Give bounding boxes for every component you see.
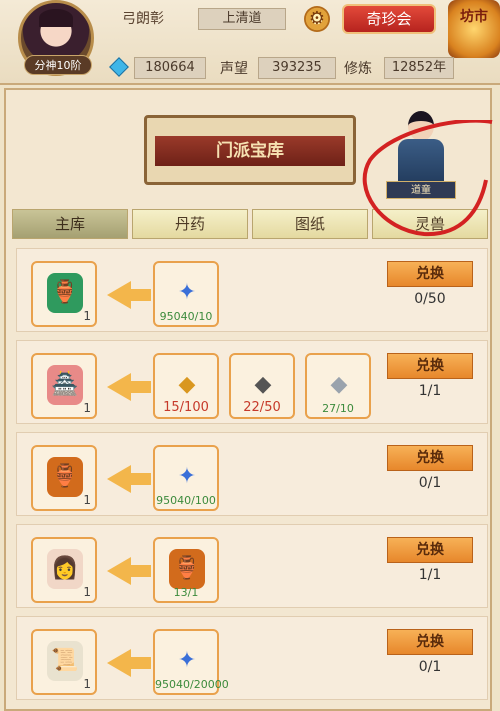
cost-slot[interactable]: ◆ 22/50 (229, 353, 295, 419)
cost-count: 95040/10 (159, 310, 213, 323)
gourd-icon: 🏺 (169, 549, 205, 589)
cost-slot[interactable]: ✦ 95040/20000 (153, 629, 229, 695)
scroll-book-icon: 📜 (47, 641, 83, 681)
gem-icon (109, 57, 129, 77)
exchange-row: 📜 1 ✦ 95040/20000 兑换 0/1 (16, 616, 488, 700)
npc-body (398, 139, 444, 185)
cost-count: 13/1 (173, 586, 199, 599)
cost-count: 95040/20000 (155, 678, 229, 691)
exchange-progress: 0/1 (418, 475, 442, 491)
npc-portrait[interactable]: 道童 (380, 105, 460, 200)
rank-badge: 分神10阶 (24, 55, 92, 75)
reward-slot[interactable]: 👩 1 (31, 537, 97, 603)
cultivation-label: 修炼 (344, 61, 372, 77)
arrow-left-icon (107, 465, 151, 493)
avatar-hair (39, 9, 73, 27)
reward-qty: 1 (83, 677, 91, 691)
exchange-button[interactable]: 兑换 (387, 445, 473, 471)
page-title: 门派宝库 (155, 136, 345, 166)
top-bar: 分神10阶 弓朗彰 上清道 ⚙ 奇珍会 坊市 180664 声望 393235 … (0, 0, 500, 85)
arrow-left-icon (107, 649, 151, 677)
exchange-row: 🏺 1 ✦ 95040/100 兑换 0/1 (16, 432, 488, 516)
cost-count: 15/100 (163, 400, 209, 415)
gourd-icon: 🏺 (47, 273, 83, 313)
tab-pills[interactable]: 丹药 (132, 209, 248, 239)
cost-count: 22/50 (243, 400, 281, 415)
reward-qty: 1 (83, 309, 91, 323)
exchange-progress: 0/50 (414, 291, 446, 307)
reward-qty: 1 (83, 493, 91, 507)
reward-slot[interactable]: 🏺 1 (31, 261, 97, 327)
ore-iron-icon: ◆ (254, 372, 272, 397)
character-portrait-icon: 👩 (47, 549, 83, 589)
exchange-button[interactable]: 兑换 (387, 261, 473, 287)
cost-slot[interactable]: ✦ 95040/10 (153, 261, 219, 327)
gear-icon[interactable]: ⚙ (304, 6, 330, 32)
tab-beasts[interactable]: 灵兽 (372, 209, 488, 239)
cultivation-value: 12852年 (384, 57, 454, 79)
exchange-button[interactable]: 兑换 (387, 537, 473, 563)
reward-slot[interactable]: 📜 1 (31, 629, 97, 695)
gourd-icon: 🏺 (47, 457, 83, 497)
ore-gold-icon: ◆ (178, 372, 196, 397)
cost-count: 95040/100 (156, 494, 216, 507)
reward-slot[interactable]: 🏯 1 (31, 353, 97, 419)
cauldron-icon: 🏯 (47, 365, 83, 405)
arrow-left-icon (107, 281, 151, 309)
title-scroll: 门派宝库 (144, 115, 356, 185)
crystal-icon: ✦ (177, 464, 197, 489)
cost-slot[interactable]: 🏺 13/1 (153, 537, 219, 603)
player-name: 弓朗彰 (122, 11, 164, 27)
arrow-left-icon (107, 557, 151, 585)
cost-slot[interactable]: ◆ 15/100 (153, 353, 219, 419)
reputation-value: 393235 (258, 57, 336, 79)
tab-blueprints[interactable]: 图纸 (252, 209, 368, 239)
ore-silver-icon: ◆ (330, 372, 348, 397)
exchange-button[interactable]: 兑换 (387, 629, 473, 655)
exchange-row: 🏺 1 ✦ 95040/10 兑换 0/50 (16, 248, 488, 332)
cost-slot[interactable]: ✦ 95040/100 (153, 445, 219, 511)
npc-head (408, 111, 434, 141)
exchange-progress: 0/1 (418, 659, 442, 675)
exchange-progress: 1/1 (418, 567, 442, 583)
market-button[interactable]: 坊市 (448, 0, 500, 58)
reputation-label: 声望 (220, 61, 248, 77)
reward-qty: 1 (83, 401, 91, 415)
sect-name: 上清道 (198, 8, 286, 30)
crystal-icon: ✦ (177, 280, 197, 305)
tab-main[interactable]: 主库 (12, 209, 128, 239)
gem-count: 180664 (134, 57, 206, 79)
exchange-row: 🏯 1 ◆ 15/100 ◆ 22/50 ◆ 27/10 兑换 1/1 (16, 340, 488, 424)
reward-slot[interactable]: 🏺 1 (31, 445, 97, 511)
crystal-icon: ✦ (177, 648, 197, 673)
tab-bar: 主库 丹药 图纸 灵兽 (12, 209, 488, 239)
market-label: 坊市 (460, 9, 488, 25)
cost-count: 27/10 (322, 402, 354, 415)
reward-qty: 1 (83, 585, 91, 599)
exchange-progress: 1/1 (418, 383, 442, 399)
shop-button[interactable]: 奇珍会 (342, 4, 436, 34)
exchange-row: 👩 1 🏺 13/1 兑换 1/1 (16, 524, 488, 608)
npc-name: 道童 (386, 181, 456, 199)
arrow-left-icon (107, 373, 151, 401)
cost-slot[interactable]: ◆ 27/10 (305, 353, 371, 419)
exchange-button[interactable]: 兑换 (387, 353, 473, 379)
